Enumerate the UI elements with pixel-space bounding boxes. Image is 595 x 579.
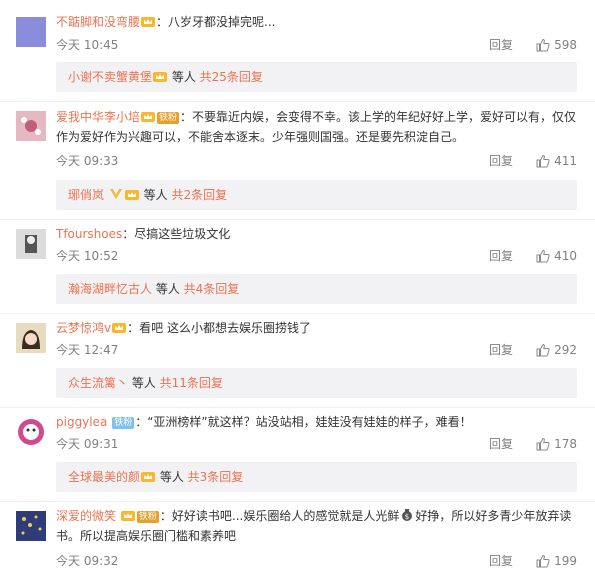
thumbs-up-icon [536, 249, 550, 263]
avatar[interactable] [16, 111, 46, 141]
avatar[interactable] [16, 511, 46, 541]
comment-text: 爱我中华李小培 铁粉 ：不要靠近内娱，会变得不幸。该上学的年纪好好上学，爱好可以有，… [56, 110, 577, 144]
sub-reply-user[interactable]: 小谢不卖蟹黄堡 [68, 70, 152, 84]
sub-reply-count[interactable]: 共25条回复 [200, 70, 263, 84]
comment-username[interactable]: Tfourshoes [56, 227, 122, 241]
like-button[interactable]: 411 [531, 152, 577, 170]
sub-reply-user[interactable]: 瀚海湖畔忆古人 [68, 282, 152, 296]
reply-button[interactable]: 回复 [489, 552, 513, 570]
avatar[interactable] [16, 417, 46, 447]
vip-crown-icon [120, 511, 135, 521]
comment-username[interactable]: 深爱的微笑 [56, 509, 116, 523]
like-count: 292 [554, 343, 577, 357]
comment-time: 今天 09:32 [56, 554, 119, 568]
comment-username[interactable]: 爱我中华李小培 [56, 110, 140, 124]
like-count: 598 [554, 38, 577, 52]
comment-time: 今天 12:47 [56, 343, 119, 357]
like-button[interactable]: 178 [531, 435, 577, 453]
divider [0, 501, 595, 502]
like-button[interactable]: 292 [531, 341, 577, 359]
avatar[interactable] [16, 229, 46, 259]
thumbs-up-icon [536, 437, 550, 451]
comment-meta: 今天 09:33 回复 411 [56, 152, 577, 170]
comment-text: 深爱的微笑 铁粉 ：好好读书吧...娱乐圈给人的感觉就是人光鲜 $ 好挣，所以好多青少… [56, 509, 572, 543]
sub-reply-box[interactable]: 众生流篱丶 等人 共11条回复 [56, 368, 577, 398]
comment-text: 云梦惊鸿v ：看吧 这么小都想去娱乐圈捞钱了 [56, 321, 311, 335]
like-button[interactable]: 199 [531, 552, 577, 570]
svg-text:$: $ [405, 513, 409, 521]
comment-meta: 今天 10:45 回复 598 [56, 36, 577, 54]
vip-crown-icon [112, 323, 127, 333]
like-count: 410 [554, 249, 577, 263]
sub-reply-box[interactable]: 小谢不卖蟹黄堡 等人 共25条回复 [56, 62, 577, 92]
reply-button[interactable]: 回复 [489, 36, 513, 54]
comment-meta: 今天 10:52 回复 410 [56, 247, 577, 265]
reply-button[interactable]: 回复 [489, 247, 513, 265]
like-button[interactable]: 410 [531, 247, 577, 265]
comment-text: 不踮脚和没弯腰 ：八岁牙都没掉完呢... [56, 15, 276, 29]
money-bag-icon: $ [402, 509, 413, 521]
thumbs-up-icon [536, 154, 550, 168]
thumbs-up-icon [536, 343, 550, 357]
avatar-image [21, 515, 42, 535]
comment-meta: 今天 09:32 回复 199 [56, 552, 577, 570]
like-button[interactable]: 598 [531, 36, 577, 54]
comment-username[interactable]: piggylea [56, 415, 107, 429]
like-count: 199 [554, 554, 577, 568]
sub-reply-count[interactable]: 共3条回复 [188, 470, 244, 484]
comment-text: Tfourshoes：尽搞这些垃圾文化 [56, 227, 231, 241]
iron-fan-badge: 铁粉 [136, 511, 159, 523]
sub-reply-count[interactable]: 共2条回复 [171, 188, 227, 202]
thumbs-up-icon [536, 554, 550, 568]
avatar-image [22, 330, 40, 349]
comment-username[interactable]: 云梦惊鸿v [56, 321, 111, 335]
like-count: 178 [554, 437, 577, 451]
comment-time: 今天 09:33 [56, 154, 119, 168]
divider [0, 101, 595, 102]
comment-username[interactable]: 不踮脚和没弯腰 [56, 15, 140, 29]
avatar-image [21, 117, 41, 135]
sub-reply-count[interactable]: 共11条回复 [160, 376, 223, 390]
divider [0, 219, 595, 220]
sub-reply-box[interactable]: 瀚海湖畔忆古人 等人 共4条回复 [56, 274, 577, 304]
like-count: 411 [554, 154, 577, 168]
comment-time: 今天 10:45 [56, 38, 119, 52]
avatar[interactable] [16, 17, 46, 47]
divider [0, 407, 595, 408]
vip-crown-icon [124, 190, 139, 200]
comment-time: 今天 09:31 [56, 437, 119, 451]
iron-fan-badge: 铁粉 [157, 112, 180, 124]
comment-meta: 今天 09:31 回复 178 [56, 435, 577, 453]
vip-crown-icon [141, 472, 156, 482]
thumbs-up-icon [536, 38, 550, 52]
sub-reply-user[interactable]: 全球最美的颜 [68, 470, 140, 484]
vip-crown-icon [141, 17, 156, 27]
sub-reply-box[interactable]: 全球最美的颜 等人 共3条回复 [56, 462, 577, 492]
reply-button[interactable]: 回复 [489, 341, 513, 359]
avatar-image [25, 235, 37, 253]
avatar-image [18, 419, 44, 445]
divider [0, 313, 595, 314]
verified-v-icon [109, 189, 122, 199]
sub-reply-box[interactable]: 琊俏岚 等人 共2条回复 [56, 180, 577, 210]
vip-crown-icon [141, 112, 156, 122]
sub-reply-count[interactable]: 共4条回复 [184, 282, 240, 296]
reply-button[interactable]: 回复 [489, 152, 513, 170]
reply-button[interactable]: 回复 [489, 435, 513, 453]
vip-crown-icon [153, 72, 168, 82]
sub-reply-user[interactable]: 众生流篱丶 [68, 376, 128, 390]
iron-fan-badge: 铁粉 [112, 417, 135, 429]
sub-reply-user[interactable]: 琊俏岚 [68, 188, 104, 202]
comment-meta: 今天 12:47 回复 292 [56, 341, 577, 359]
avatar[interactable] [16, 323, 46, 353]
comment-time: 今天 10:52 [56, 249, 119, 263]
comment-text: piggylea 铁粉 ：“亚洲榜样”就这样？站没站相，娃娃没有娃娃的样子，难看！ [56, 415, 472, 429]
